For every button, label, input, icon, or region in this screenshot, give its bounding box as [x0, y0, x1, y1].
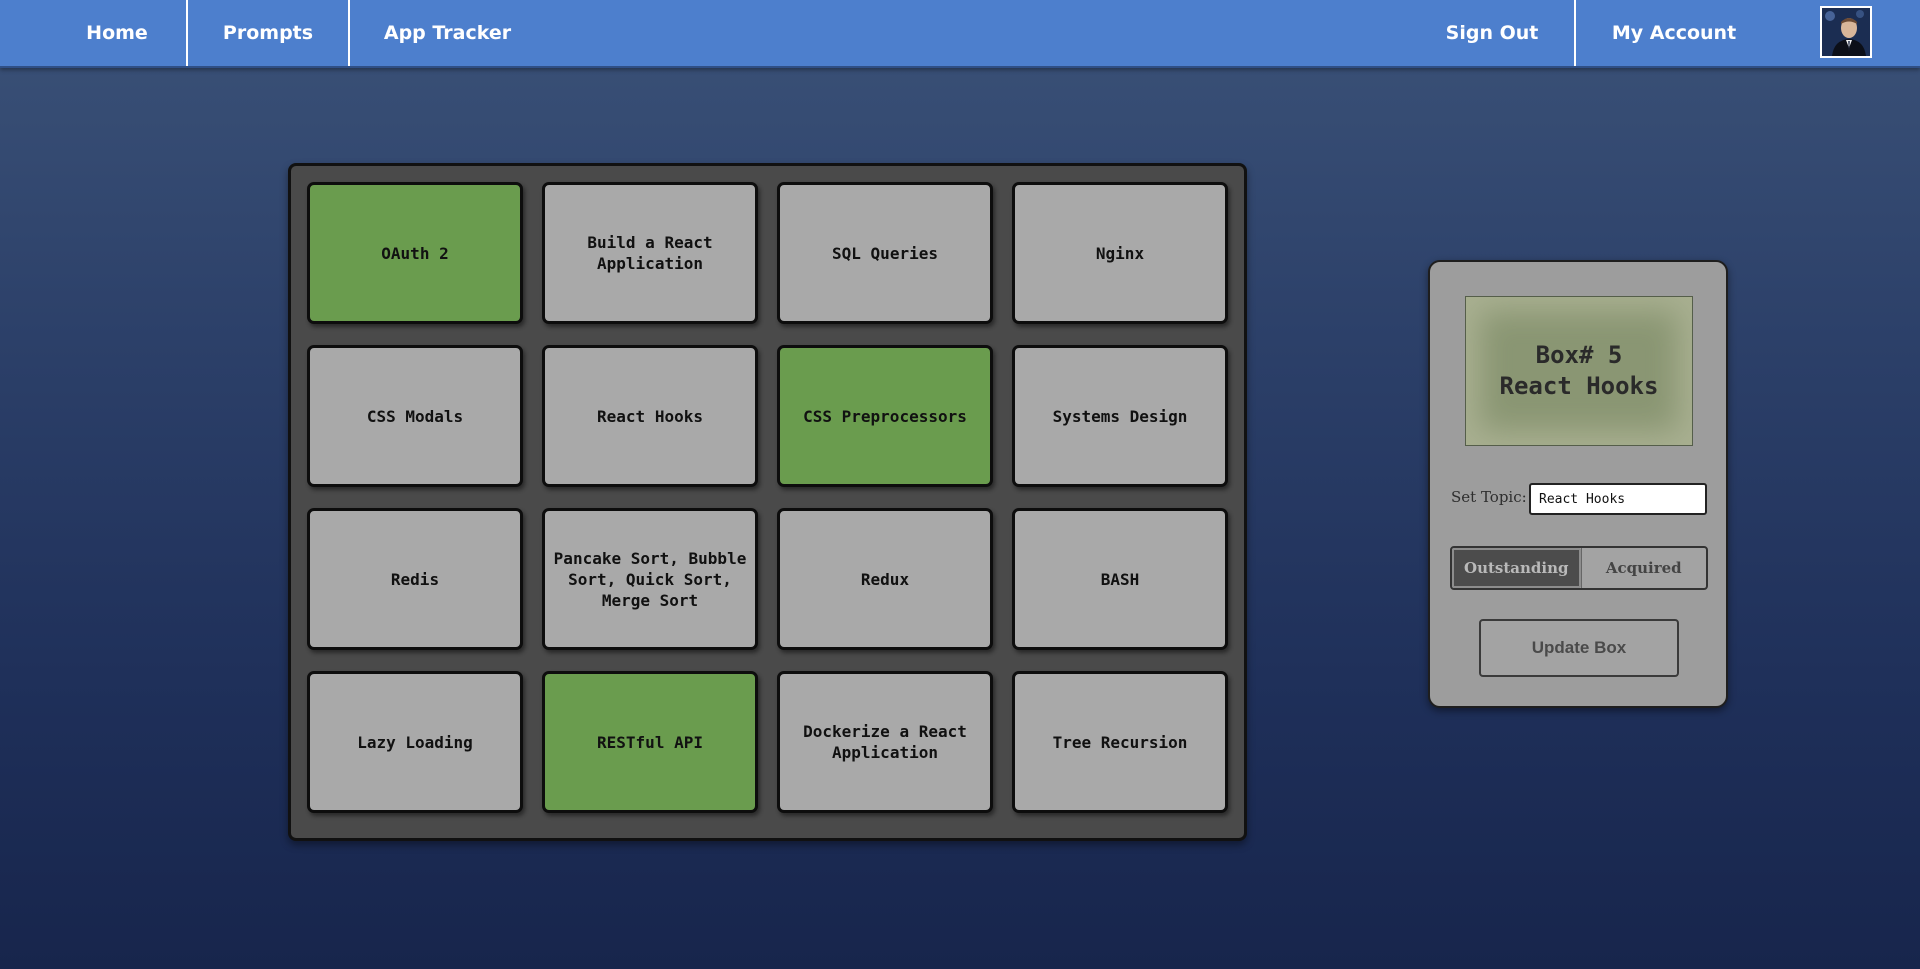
- update-box-button[interactable]: Update Box: [1479, 619, 1679, 677]
- nav-prompts-link[interactable]: Prompts: [188, 0, 350, 66]
- board-tile[interactable]: SQL Queries: [777, 182, 993, 324]
- nav-app-tracker-link[interactable]: App Tracker: [350, 0, 545, 66]
- board-tile[interactable]: Redux: [777, 508, 993, 650]
- board-tile[interactable]: BASH: [1012, 508, 1228, 650]
- board-tile[interactable]: CSS Preprocessors: [777, 345, 993, 487]
- nav-sign-out-link[interactable]: Sign Out: [1410, 0, 1576, 66]
- nav-home-link[interactable]: Home: [48, 0, 188, 66]
- board-tile[interactable]: Dockerize a React Application: [777, 671, 993, 813]
- top-nav-bar: Home Prompts App Tracker Sign Out My Acc…: [0, 0, 1920, 68]
- board-tile[interactable]: Lazy Loading: [307, 671, 523, 813]
- board-tile[interactable]: Pancake Sort, Bubble Sort, Quick Sort, M…: [542, 508, 758, 650]
- box-number-text: Box# 5: [1535, 341, 1623, 369]
- board-tile[interactable]: RESTful API: [542, 671, 758, 813]
- user-avatar[interactable]: [1820, 6, 1872, 58]
- acquired-toggle-button[interactable]: Acquired: [1580, 548, 1707, 588]
- board-tile[interactable]: React Hooks: [542, 345, 758, 487]
- set-topic-label: Set Topic:: [1451, 488, 1527, 506]
- nav-my-account-link[interactable]: My Account: [1576, 0, 1772, 66]
- topic-board: OAuth 2 Build a React Application SQL Qu…: [288, 163, 1247, 841]
- set-topic-input[interactable]: [1529, 483, 1707, 515]
- status-toggle: Outstanding Acquired: [1450, 546, 1708, 590]
- box-editor-panel: Box# 5 React Hooks Set Topic: Outstandin…: [1428, 260, 1728, 708]
- box-topic-text: React Hooks: [1499, 372, 1659, 400]
- board-tile[interactable]: Redis: [307, 508, 523, 650]
- board-tile[interactable]: Systems Design: [1012, 345, 1228, 487]
- outstanding-toggle-button[interactable]: Outstanding: [1452, 548, 1581, 588]
- board-tile[interactable]: Build a React Application: [542, 182, 758, 324]
- board-tile[interactable]: OAuth 2: [307, 182, 523, 324]
- board-tile[interactable]: Tree Recursion: [1012, 671, 1228, 813]
- board-tile[interactable]: CSS Modals: [307, 345, 523, 487]
- board-tile[interactable]: Nginx: [1012, 182, 1228, 324]
- box-display: Box# 5 React Hooks: [1465, 296, 1693, 446]
- avatar-portrait-icon: [1822, 8, 1870, 56]
